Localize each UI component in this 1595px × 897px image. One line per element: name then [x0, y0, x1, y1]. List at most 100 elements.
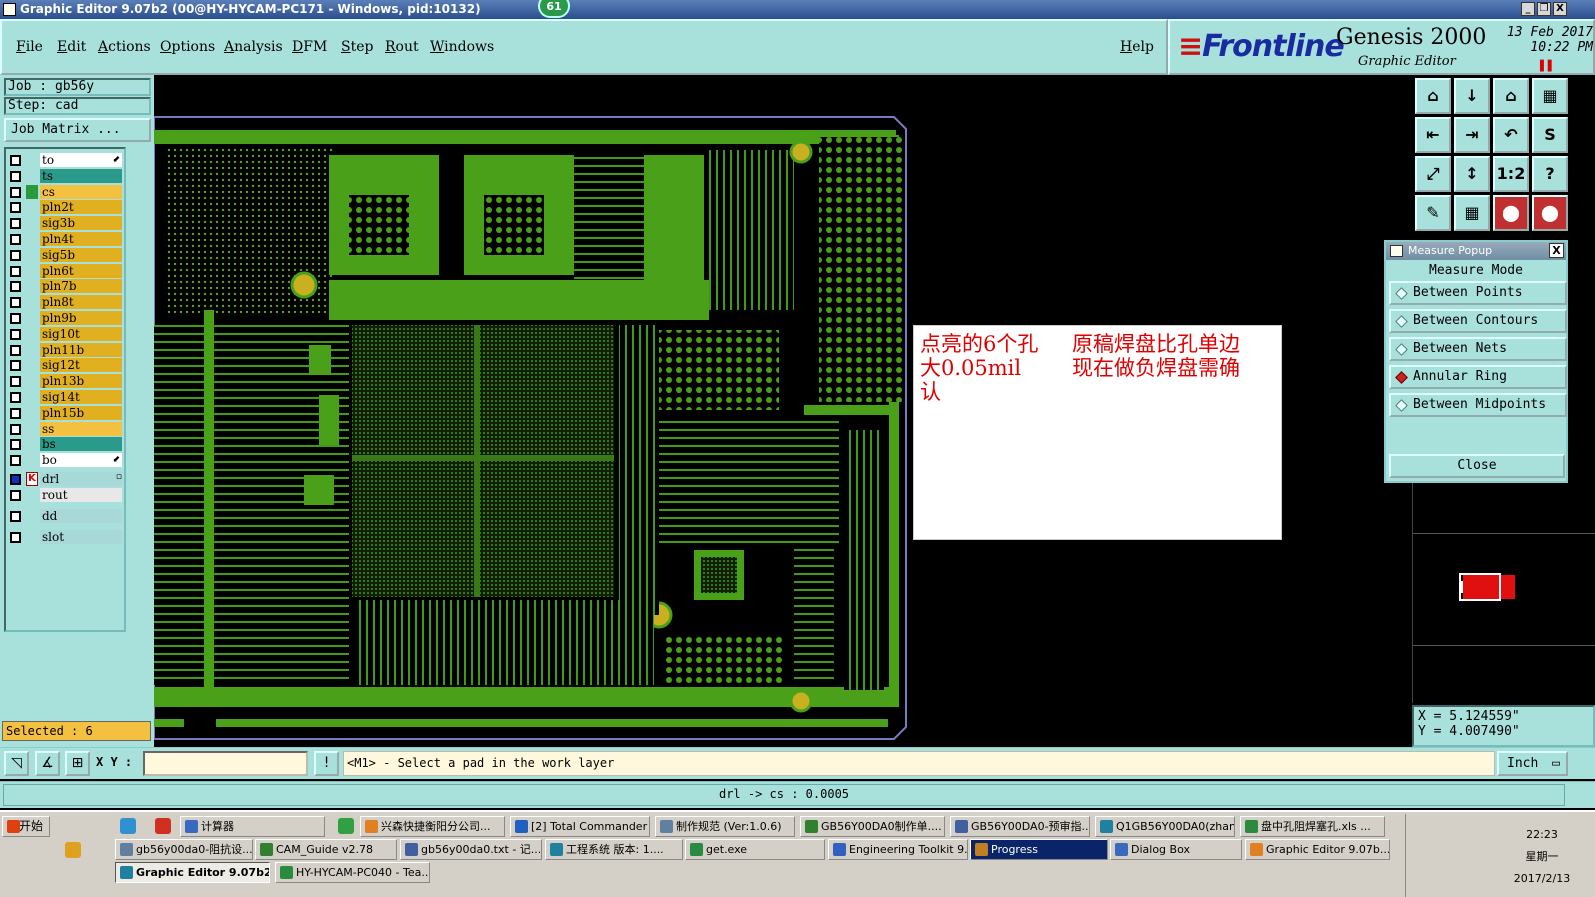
- taskbar-item[interactable]: 制作规范 (Ver:1.0.6): [655, 816, 795, 837]
- taskbar-item[interactable]: Graphic Editor 9.07b...: [1245, 839, 1390, 860]
- layer-row-sig10t[interactable]: sig10t: [6, 326, 124, 342]
- taskbar-item[interactable]: Engineering Toolkit 9....: [828, 839, 968, 860]
- layer-checkbox[interactable]: [10, 170, 21, 182]
- snap-icon[interactable]: ◹: [4, 751, 29, 776]
- layer-checkbox[interactable]: [10, 532, 21, 543]
- layer-name[interactable]: pln13b: [40, 374, 122, 389]
- layer-name[interactable]: dd: [40, 509, 122, 523]
- layers-red-icon[interactable]: ⬤: [1493, 195, 1529, 231]
- minimize-button[interactable]: _: [1521, 2, 1535, 16]
- layer-row-pln7b[interactable]: pln7b: [6, 279, 124, 294]
- zoom-ratio-icon[interactable]: 1:2: [1493, 156, 1529, 192]
- layer-checkbox[interactable]: [10, 297, 21, 309]
- layer-row-to[interactable]: to ⬋: [6, 153, 124, 168]
- layer-row-bo[interactable]: bo ⬋: [6, 453, 124, 468]
- taskbar-item[interactable]: Q1GB56Y00DA0(zhan...: [1095, 816, 1235, 837]
- layer-row-sig14t[interactable]: sig14t: [6, 390, 124, 405]
- restore-button[interactable]: ❐: [1537, 2, 1551, 16]
- layer-checkbox[interactable]: [10, 344, 21, 356]
- layer-row-pln9b[interactable]: pln9b: [6, 311, 124, 326]
- taskbar-item[interactable]: [2] Total Commander ...: [510, 816, 650, 837]
- menu-help[interactable]: Help: [1120, 39, 1154, 55]
- layer-row-drl[interactable]: Kdrl ▫: [6, 472, 124, 487]
- menu-rout[interactable]: Rout: [385, 39, 419, 55]
- taskbar-item[interactable]: 计算器: [180, 816, 325, 837]
- layer-row-pln15b[interactable]: pln15b: [6, 405, 124, 421]
- layer-name[interactable]: ss: [40, 421, 122, 436]
- zoom-down-icon[interactable]: ↓: [1454, 78, 1490, 114]
- xy-input[interactable]: [143, 751, 308, 776]
- pause-icon[interactable]: ▌▌: [1540, 61, 1555, 72]
- work-layer-icon[interactable]: K: [26, 472, 38, 486]
- taskbar-item[interactable]: 工程系统 版本: 1....: [545, 839, 683, 860]
- grid-icon[interactable]: ▦: [1454, 195, 1490, 231]
- layer-name[interactable]: bo ⬋: [40, 453, 122, 468]
- pan-left-icon[interactable]: ⇤: [1415, 117, 1451, 153]
- layer-checkbox[interactable]: [10, 265, 21, 277]
- taskbar-item[interactable]: GB56Y00DA0-预审指...: [950, 816, 1090, 837]
- unit-selector[interactable]: Inch ▭: [1497, 751, 1568, 776]
- start-button[interactable]: 开始: [2, 816, 50, 837]
- config-icon[interactable]: ✎: [1415, 195, 1451, 231]
- layer-row-dd[interactable]: dd: [6, 509, 124, 524]
- layer-row-sig12t[interactable]: sig12t: [6, 358, 124, 373]
- layer-name[interactable]: pln2t: [40, 200, 122, 215]
- pan-right-icon[interactable]: ⇥: [1454, 117, 1490, 153]
- taskbar-item[interactable]: 兴森快捷衡阳分公司...: [360, 816, 505, 837]
- layer-row-pln8t[interactable]: pln8t: [6, 295, 124, 310]
- layer-checkbox[interactable]: [10, 328, 21, 340]
- snake-icon[interactable]: S: [1532, 117, 1568, 153]
- alert-button[interactable]: !: [314, 751, 339, 776]
- layer-row-pln4t[interactable]: pln4t: [6, 232, 124, 247]
- quick-launch-icon[interactable]: [120, 818, 136, 834]
- layer-checkbox[interactable]: [10, 218, 21, 230]
- layer-row-ts[interactable]: ts: [6, 168, 124, 184]
- menu-file[interactable]: File: [16, 39, 43, 55]
- layer-name[interactable]: rout: [40, 488, 122, 502]
- layer-name[interactable]: pln9b: [40, 311, 122, 325]
- split-view-icon[interactable]: ▦: [1532, 78, 1568, 114]
- measure-close-button[interactable]: Close: [1389, 454, 1565, 478]
- layer-name[interactable]: cs: [40, 184, 122, 199]
- taskbar-item[interactable]: Progress: [970, 839, 1108, 860]
- layer-checkbox[interactable]: [10, 423, 21, 435]
- close-button[interactable]: X: [1553, 2, 1567, 16]
- layer-checkbox[interactable]: [10, 392, 21, 403]
- quick-launch-icon[interactable]: [65, 842, 81, 858]
- layer-checkbox[interactable]: [10, 439, 21, 451]
- layer-row-bs[interactable]: bs: [6, 437, 124, 452]
- layer-checkbox[interactable]: [10, 155, 21, 166]
- house-icon[interactable]: ⌂: [1493, 78, 1529, 114]
- layer-name[interactable]: to ⬋: [40, 153, 122, 167]
- layers-red-2-icon[interactable]: ⬤: [1532, 195, 1568, 231]
- quick-launch-icon[interactable]: [338, 818, 354, 834]
- taskbar-item[interactable]: Graphic Editor 9.07b2 ...: [115, 862, 270, 883]
- option-between-nets[interactable]: Between Nets: [1389, 337, 1567, 361]
- layer-checkbox[interactable]: [10, 407, 21, 419]
- taskbar-item[interactable]: 盘中孔阻焊塞孔.xls ...: [1240, 816, 1385, 837]
- layer-name[interactable]: ts: [40, 168, 122, 183]
- layer-checkbox[interactable]: [10, 249, 21, 261]
- layer-checkbox[interactable]: [10, 511, 21, 522]
- layer-checkbox[interactable]: [10, 186, 21, 198]
- layer-checkbox[interactable]: [10, 313, 21, 324]
- layer-checkbox[interactable]: [10, 202, 21, 214]
- layer-row-pln13b[interactable]: pln13b: [6, 374, 124, 389]
- layer-row-ss[interactable]: ss: [6, 421, 124, 437]
- layer-checkbox[interactable]: [10, 376, 21, 388]
- job-matrix-button[interactable]: Job Matrix ...: [4, 118, 151, 142]
- layer-name[interactable]: sig14t: [40, 390, 122, 404]
- layer-row-pln6t[interactable]: pln6t: [6, 263, 124, 279]
- layer-checkbox[interactable]: [10, 281, 21, 293]
- quick-launch-icon[interactable]: [155, 818, 171, 834]
- menu-actions[interactable]: Actions: [98, 39, 151, 55]
- layer-name[interactable]: drl: [40, 472, 122, 486]
- layer-checkbox[interactable]: [10, 490, 21, 501]
- taskbar-item[interactable]: Dialog Box: [1110, 839, 1242, 860]
- taskbar-item[interactable]: gb56y00da0.txt - 记...: [400, 839, 542, 860]
- clock[interactable]: 22:23 星期一 2017/2/13: [1492, 824, 1592, 890]
- angle-icon[interactable]: ∡: [35, 751, 60, 776]
- layer-checkbox[interactable]: [10, 455, 21, 467]
- taskbar-item[interactable]: CAM_Guide v2.78: [255, 839, 397, 860]
- grid-icon[interactable]: ⊞: [65, 751, 90, 776]
